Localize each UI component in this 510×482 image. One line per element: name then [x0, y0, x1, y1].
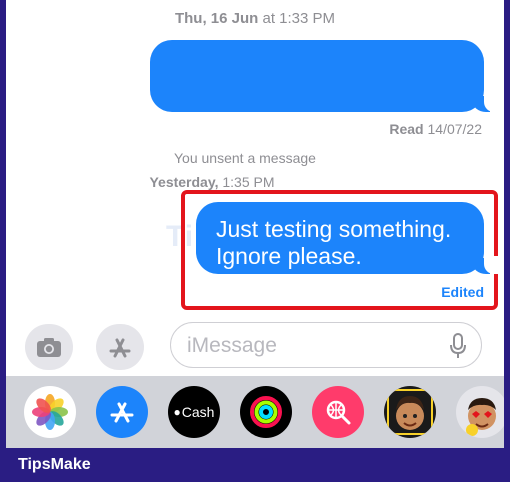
globe-search-icon [326, 400, 351, 425]
web-search-app[interactable] [312, 386, 364, 438]
photos-icon [32, 394, 68, 430]
message-line-2: Ignore please. [216, 243, 362, 269]
timestamp-top: Thu, 16 Jun at 1:33 PM [6, 10, 504, 27]
app-store-icon [110, 402, 134, 423]
read-receipt: Read 14/07/22 [389, 121, 482, 137]
app-store-icon [109, 338, 131, 358]
footer-brand: TipsMake [18, 456, 91, 473]
input-placeholder: iMessage [187, 334, 277, 357]
timestamp-middle-time: 1:35 PM [222, 174, 275, 190]
app-store-app[interactable] [96, 386, 148, 438]
messages-screen: Thu, 16 Jun at 1:33 PM Read 14/07/22 You… [6, 0, 504, 448]
activity-app[interactable] [240, 386, 292, 438]
memoji-app[interactable] [384, 386, 436, 438]
unsent-notice: You unsent a message [174, 150, 316, 166]
cash-label: Cash [181, 404, 215, 420]
timestamp-middle: Yesterday, 1:35 PM [112, 174, 312, 190]
edited-label[interactable]: Edited [441, 284, 484, 300]
timestamp-top-day: Thu, 16 Jun [174, 10, 259, 27]
message-text: Just testing something. Ignore please. [216, 216, 451, 270]
apple-cash-app[interactable]: ● Cash [168, 386, 220, 438]
bubble-tail [472, 94, 498, 112]
apple-logo-icon: ● [173, 405, 181, 419]
photos-app[interactable] [24, 386, 76, 438]
timestamp-middle-day: Yesterday, [149, 174, 219, 190]
app-drawer: ● Cash [6, 376, 504, 448]
sent-bubble-blank[interactable] [150, 40, 498, 112]
read-label: Read [389, 121, 424, 137]
app-store-button[interactable] [96, 324, 144, 370]
microphone-icon[interactable] [449, 333, 467, 359]
timestamp-top-time: at 1:33 PM [262, 10, 336, 27]
message-line-1: Just testing something. [216, 216, 452, 242]
memoji-stickers-app[interactable] [456, 386, 504, 438]
camera-button[interactable] [25, 324, 73, 370]
edited-message-bubble[interactable]: Just testing something. Ignore please. [196, 202, 498, 274]
memoji-stickers-icon [466, 398, 496, 436]
memoji-icon [387, 389, 433, 435]
imessage-input[interactable]: iMessage [170, 322, 482, 368]
camera-icon [37, 338, 61, 357]
activity-rings-icon [250, 396, 282, 428]
read-date: 14/07/22 [427, 121, 483, 137]
